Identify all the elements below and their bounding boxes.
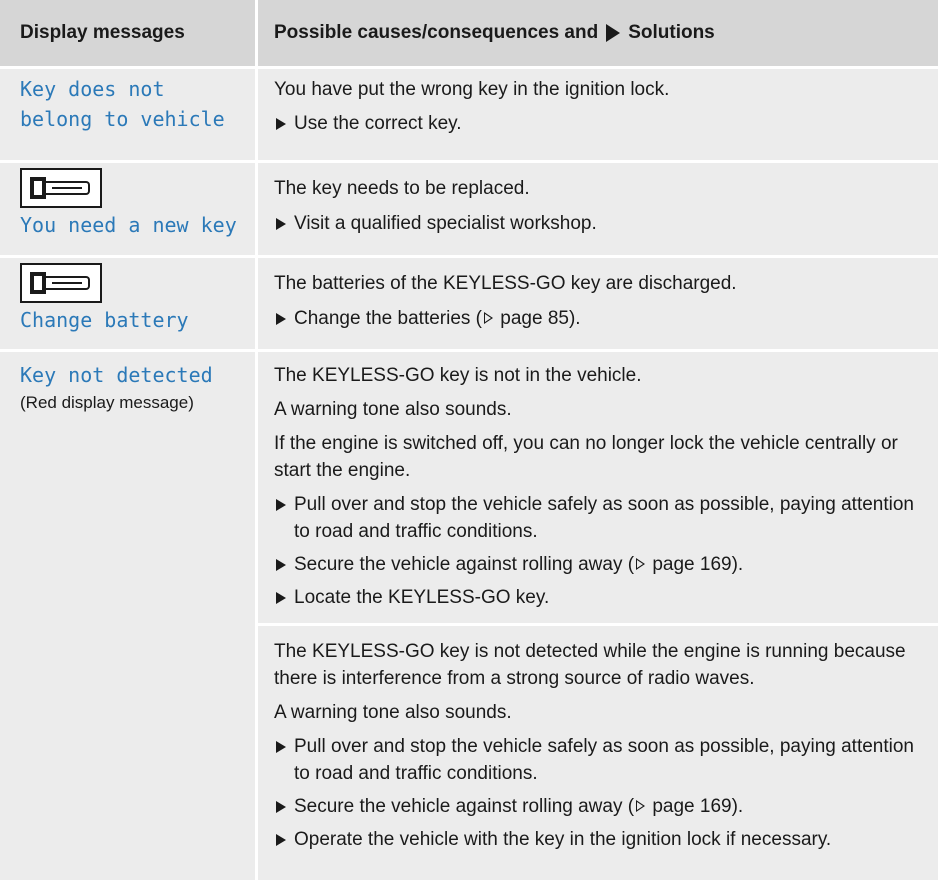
solution-cell: You have put the wrong key in the igniti… [258, 69, 938, 160]
cause-text: The key needs to be replaced. [274, 178, 530, 199]
page-reference-icon [636, 800, 646, 812]
table-row: Key not detected (Red display message) T… [0, 352, 938, 880]
solution-cell: The KEYLESS-GO key is not in the vehicle… [258, 352, 938, 880]
cause-text: The KEYLESS-GO key is not detected while… [274, 641, 906, 689]
cause-text: A warning tone also sounds. [274, 399, 512, 420]
solution-step-text: Change the batteries ( [294, 308, 483, 329]
display-message-text: Key not detected [20, 363, 213, 387]
header-display-messages: Display messages [0, 0, 258, 66]
page-reference-link[interactable]: page 169). [652, 796, 743, 817]
display-message-text: You need a new key [20, 213, 237, 237]
key-icon [20, 168, 102, 208]
solution-step: Secure the vehicle against rolling away … [274, 551, 932, 578]
message-cell: Key does not belong to vehicle [0, 69, 258, 160]
table-row: You need a new key The key needs to be r… [0, 163, 938, 258]
header-causes-label: Possible causes/consequences and [274, 22, 599, 43]
solution-cell: The batteries of the KEYLESS-GO key are … [258, 258, 938, 349]
display-message-note: (Red display message) [20, 393, 194, 412]
solution-step: Visit a qualified specialist workshop. [274, 210, 932, 237]
table-header: Display messages Possible causes/consequ… [0, 0, 938, 69]
page-reference-link[interactable]: page 85). [500, 308, 580, 329]
solution-step: Pull over and stop the vehicle safely as… [274, 733, 932, 787]
display-messages-table: Display messages Possible causes/consequ… [0, 0, 938, 880]
display-message-text: belong to vehicle [20, 107, 225, 131]
solution-step-text: Secure the vehicle against rolling away … [294, 554, 635, 575]
page-reference-icon [636, 558, 646, 570]
block-divider [258, 623, 938, 626]
solution-arrow-icon [606, 24, 621, 42]
table-row: Key does not belong to vehicle You have … [0, 69, 938, 163]
solution-step: Use the correct key. [274, 110, 932, 137]
message-cell: Change battery [0, 258, 258, 349]
header-solutions-label: Solutions [628, 22, 715, 43]
solution-step: Operate the vehicle with the key in the … [274, 826, 932, 853]
table-row: Change battery The batteries of the KEYL… [0, 258, 938, 352]
solution-step: Secure the vehicle against rolling away … [274, 793, 932, 820]
cause-text: If the engine is switched off, you can n… [274, 433, 898, 481]
page-reference-icon [484, 312, 494, 324]
solution-step-text: Secure the vehicle against rolling away … [294, 796, 635, 817]
solution-cell: The key needs to be replaced. Visit a qu… [258, 163, 938, 255]
cause-text: The batteries of the KEYLESS-GO key are … [274, 273, 737, 294]
solution-step: Change the batteries ( page 85). [274, 305, 932, 332]
header-causes-solutions: Possible causes/consequences and Solutio… [258, 0, 938, 66]
solution-step: Locate the KEYLESS-GO key. [274, 584, 932, 611]
cause-text: You have put the wrong key in the igniti… [274, 79, 670, 100]
solution-step: Pull over and stop the vehicle safely as… [274, 491, 932, 545]
cause-text: A warning tone also sounds. [274, 702, 512, 723]
key-icon [20, 263, 102, 303]
page-reference-link[interactable]: page 169). [652, 554, 743, 575]
cause-text: The KEYLESS-GO key is not in the vehicle… [274, 365, 642, 386]
display-message-text: Key does not [20, 77, 165, 101]
message-cell: Key not detected (Red display message) [0, 352, 258, 880]
message-cell: You need a new key [0, 163, 258, 255]
display-message-text: Change battery [20, 308, 189, 332]
